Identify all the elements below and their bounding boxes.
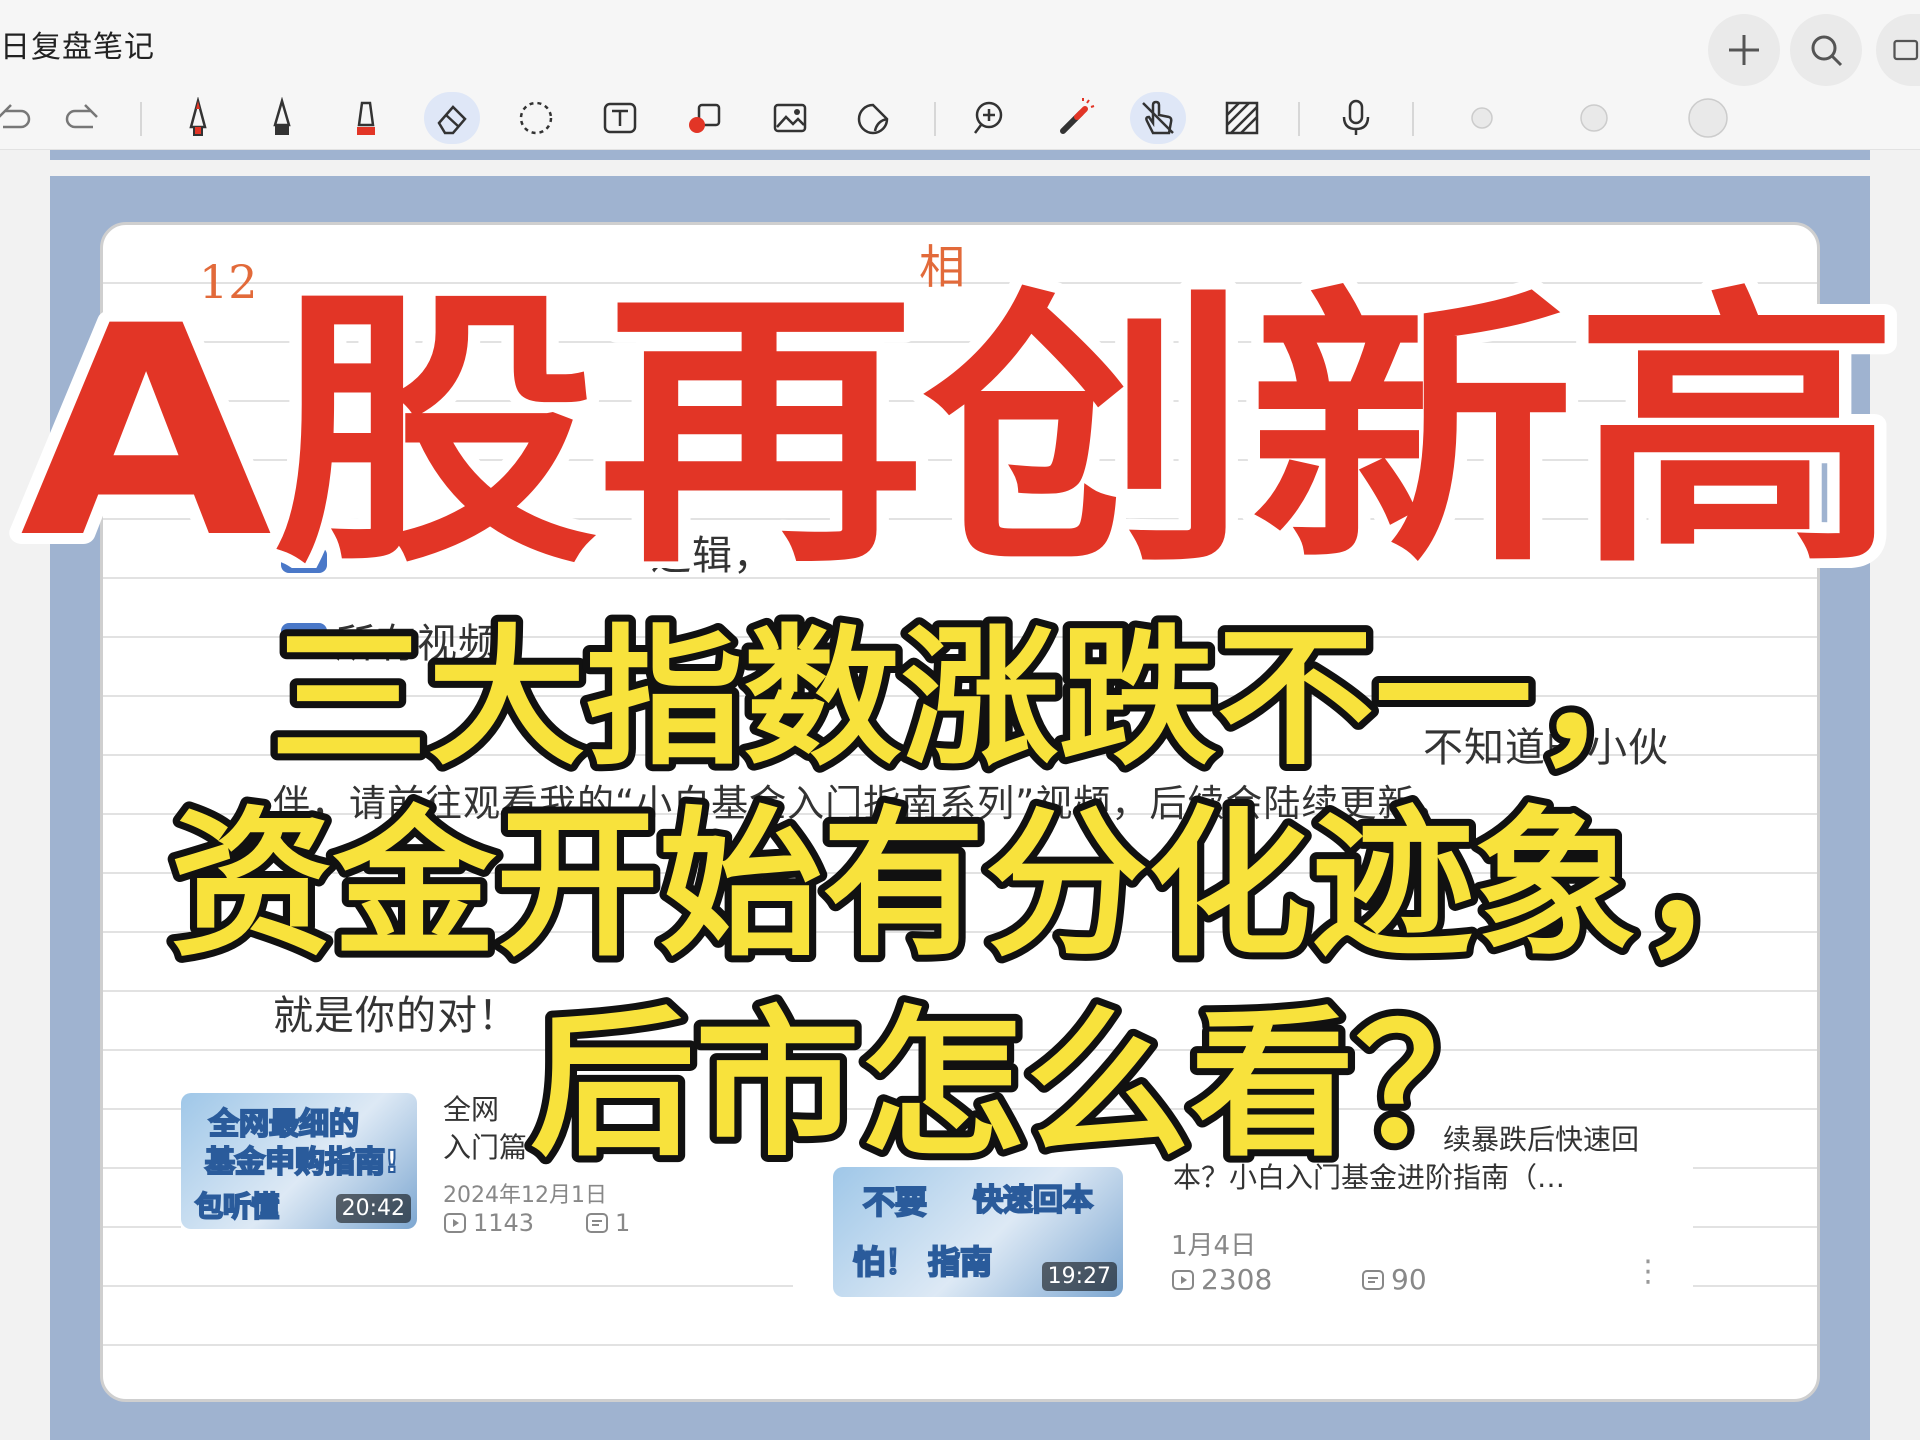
image-icon bbox=[773, 103, 807, 133]
search-button[interactable] bbox=[1790, 14, 1862, 86]
highlighter-tool[interactable] bbox=[338, 92, 394, 144]
play-count-icon bbox=[444, 1213, 466, 1233]
microphone-icon bbox=[1342, 99, 1370, 135]
subheadline-line-2: 资金开始有分化迹象， bbox=[170, 791, 1800, 978]
voice-record-tool[interactable] bbox=[1328, 92, 1384, 144]
zoom-in-tool[interactable] bbox=[962, 92, 1018, 144]
pen-size-small-icon bbox=[1471, 107, 1493, 129]
pen-size-large[interactable] bbox=[1680, 92, 1736, 144]
sidebar-icon bbox=[1893, 39, 1919, 61]
comment-icon bbox=[586, 1213, 608, 1233]
undo-button[interactable] bbox=[0, 92, 40, 144]
comment-icon bbox=[1362, 1269, 1384, 1290]
comment-count: 90 bbox=[1361, 1263, 1427, 1296]
pen-size-small[interactable] bbox=[1454, 92, 1510, 144]
subheadline-line-3: 后市怎么看？ bbox=[530, 991, 1520, 1178]
sticker-icon bbox=[857, 103, 889, 135]
comment-count: 1 bbox=[585, 1209, 630, 1237]
search-icon bbox=[1811, 35, 1843, 67]
zoom-in-icon bbox=[974, 101, 1003, 134]
highlighter-icon bbox=[357, 101, 375, 135]
doc-title: 日复盘笔记 bbox=[0, 30, 155, 65]
text-tool[interactable] bbox=[592, 92, 648, 144]
pen-size-large-icon bbox=[1688, 98, 1728, 138]
play-count: 1143 bbox=[443, 1209, 534, 1237]
text-box-icon bbox=[603, 102, 637, 134]
pen-size-medium[interactable] bbox=[1566, 92, 1622, 144]
drawing-toolbar bbox=[0, 86, 1920, 150]
fountain-pen-icon bbox=[273, 97, 291, 135]
shapes-icon bbox=[689, 103, 721, 133]
layout-button[interactable] bbox=[1876, 14, 1920, 86]
redo-icon bbox=[65, 104, 98, 129]
fountain-pen-tool[interactable] bbox=[254, 92, 310, 144]
more-options-icon[interactable]: ⋮ bbox=[1633, 1257, 1663, 1287]
lasso-tool[interactable] bbox=[508, 92, 564, 144]
laser-pointer-icon bbox=[1060, 98, 1095, 134]
shapes-tool[interactable] bbox=[676, 92, 732, 144]
eraser-tool[interactable] bbox=[424, 92, 480, 144]
ruler-icon bbox=[1225, 101, 1259, 135]
undo-icon bbox=[0, 104, 31, 129]
title-bar: 日复盘笔记 bbox=[0, 0, 1920, 86]
redo-button[interactable] bbox=[56, 92, 112, 144]
eraser-icon bbox=[437, 105, 467, 135]
subheadline-overlay: 三大指数涨跌不一， 资金开始有分化迹象， 后市怎么看？ bbox=[163, 605, 1807, 1185]
touch-writing-tool[interactable] bbox=[1130, 92, 1186, 144]
video-date: 1月4日 bbox=[1171, 1231, 1257, 1261]
image-tool[interactable] bbox=[762, 92, 818, 144]
pen-tool[interactable] bbox=[170, 92, 226, 144]
laser-pointer-tool[interactable] bbox=[1046, 92, 1102, 144]
subheadline-line-1: 三大指数涨跌不一， bbox=[270, 612, 1690, 786]
video-duration: 19:27 bbox=[1041, 1262, 1117, 1291]
lasso-icon bbox=[519, 101, 553, 135]
play-count-icon bbox=[1172, 1269, 1194, 1290]
ruler-tool[interactable] bbox=[1214, 92, 1270, 144]
sticker-tool[interactable] bbox=[846, 92, 902, 144]
pen-size-medium-icon bbox=[1580, 104, 1608, 132]
add-button[interactable] bbox=[1708, 14, 1780, 86]
pen-icon bbox=[189, 97, 207, 136]
touch-writing-icon bbox=[1142, 100, 1174, 135]
previous-page-edge bbox=[50, 150, 1870, 160]
headline-overlay: A股再创新高 bbox=[9, 254, 1911, 568]
play-count: 2308 bbox=[1171, 1263, 1272, 1296]
headline-text: A股再创新高 bbox=[20, 265, 1900, 568]
plus-icon bbox=[1729, 35, 1759, 65]
